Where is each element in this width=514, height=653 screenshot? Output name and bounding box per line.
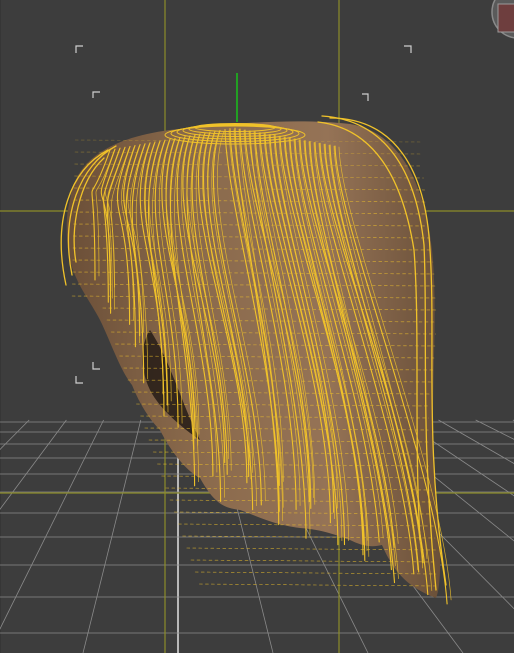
floor-grid-line xyxy=(438,419,514,464)
floor-grid-line xyxy=(82,419,142,653)
hair-mesh[interactable] xyxy=(60,115,452,605)
floor-grid-line xyxy=(0,419,104,630)
view-cube-icon[interactable] xyxy=(491,0,514,39)
hair-cross-section-wire xyxy=(199,583,436,587)
floor-grid-line xyxy=(0,419,67,510)
3d-viewport[interactable] xyxy=(0,0,514,653)
viewport-canvas[interactable] xyxy=(0,0,514,653)
floor-grid-line xyxy=(0,419,30,450)
